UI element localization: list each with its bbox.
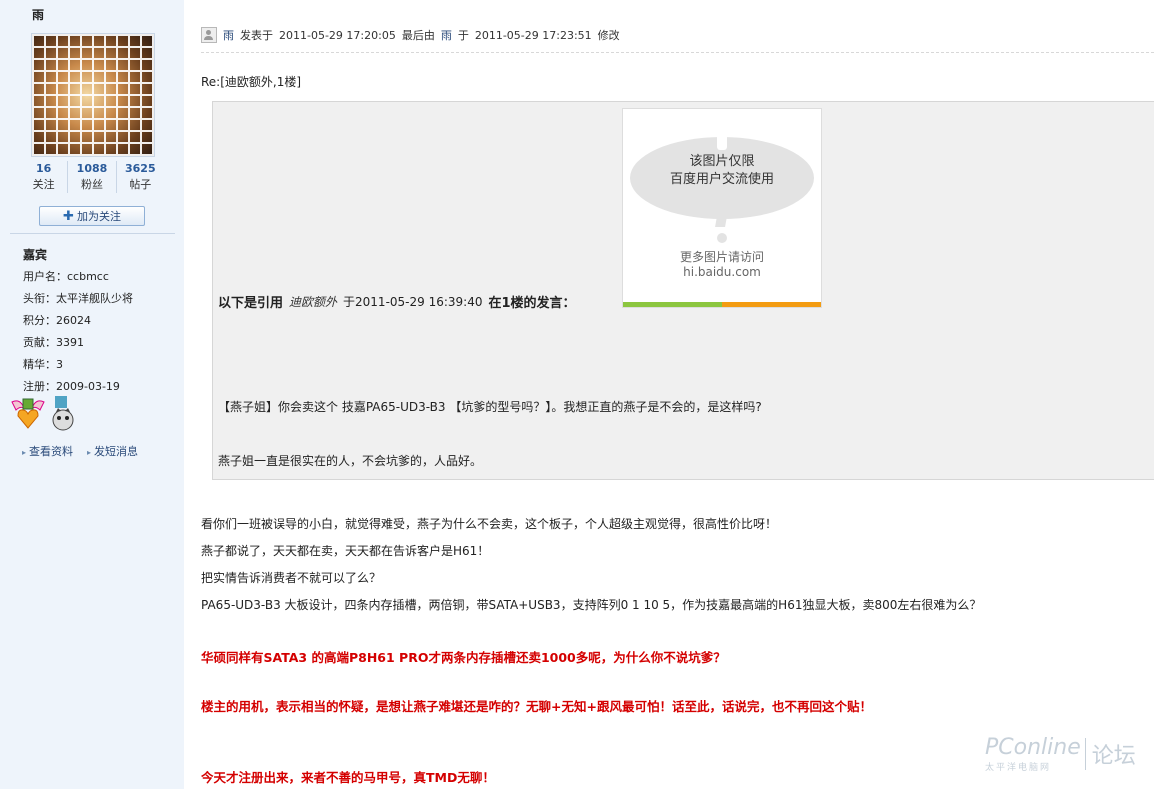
- stat-following[interactable]: 16 关注: [20, 161, 69, 193]
- stat-fans[interactable]: 1088 粉丝: [68, 161, 117, 193]
- post-editor[interactable]: 雨: [441, 27, 452, 43]
- quote-box: 该图片仅限 百度用户交流使用 更多图片请访问 hi.baidu.com 以下是引…: [212, 101, 1154, 480]
- watermark-section: 论坛: [1084, 738, 1136, 770]
- quote-line: 【燕子姐】你会卖这个 技嘉PA65-UD3-B3 【坑爹的型号吗？】。我想正直的…: [218, 400, 762, 414]
- info-register-date: 注册：2009-03-19: [23, 380, 120, 393]
- user-info: 嘉宾 用户名：ccbmcc 头衔：太平洋舰队少将 积分：26024 贡献：339…: [23, 244, 133, 398]
- quote-header: 以下是引用 迪欧额外 于2011-05-29 16:39:40 在1楼的发言：: [218, 292, 576, 311]
- info-username: 用户名：ccbmcc: [23, 270, 109, 283]
- baidu-placeholder-image[interactable]: 该图片仅限 百度用户交流使用 更多图片请访问 hi.baidu.com: [622, 108, 822, 308]
- quote-time: 于2011-05-29 16:39:40: [343, 295, 483, 309]
- user-icon: [201, 27, 217, 43]
- follow-button[interactable]: ✚ 加为关注: [39, 206, 145, 226]
- rank-title: 嘉宾: [23, 248, 48, 262]
- post-author[interactable]: 雨: [223, 27, 234, 43]
- info-title: 头衔：太平洋舰队少将: [23, 292, 133, 305]
- quote-suffix: 在1楼的发言：: [488, 296, 576, 311]
- pconline-watermark: PConline 太平洋电脑网 论坛: [985, 735, 1136, 773]
- quote-line: 燕子姐一直是很实在的人，不会坑爹的，人品好。: [218, 454, 483, 468]
- highlight-paragraph: 华硕同样有SATA3 的高端P8H61 PRO才两条内存插槽还卖1000多呢，为…: [201, 650, 726, 665]
- stat-posts[interactable]: 3625 帖子: [117, 161, 164, 193]
- info-essence: 精华：3: [23, 358, 63, 371]
- follow-button-label: 加为关注: [76, 210, 121, 223]
- watermark-brand: PConline: [985, 735, 1081, 760]
- image-notice: 该图片仅限 百度用户交流使用: [669, 154, 774, 187]
- send-message-link[interactable]: ▸ 发短消息: [87, 443, 138, 459]
- edited-time: 2011-05-29 17:23:51: [474, 28, 592, 42]
- medal-cat-icon: [52, 396, 74, 431]
- post-meta: 雨 发表于 2011-05-29 17:20:05 最后由 雨 于 2011-0…: [201, 27, 620, 43]
- view-profile-link[interactable]: ▸ 查看资料: [22, 443, 73, 459]
- user-stats: 16 关注 1088 粉丝 3625 帖子: [20, 161, 164, 193]
- watermark-sub: 太平洋电脑网: [985, 763, 1052, 773]
- image-color-bar: [623, 302, 821, 307]
- medals: [10, 396, 74, 432]
- arrow-right-icon: ▸: [22, 448, 27, 457]
- highlight-paragraph: 今天才注册出来，来者不善的马甲号，真TMD无聊！: [201, 770, 495, 785]
- image-visit-text: 更多图片请访问 hi.baidu.com: [679, 250, 764, 279]
- body-paragraph: 把实情告诉消费者不就可以了么？: [201, 571, 382, 585]
- info-contribution: 贡献：3391: [23, 336, 84, 349]
- divider: [10, 233, 175, 234]
- at-label: 于: [457, 29, 469, 42]
- posted-time: 2011-05-29 17:20:05: [279, 28, 396, 42]
- divider: [201, 52, 1154, 53]
- body-paragraph: 看你们一班被误导的小白，就觉得难受，燕子为什么不会卖，这个板子，个人超级主观觉得…: [201, 517, 778, 531]
- info-points: 积分：26024: [23, 314, 91, 327]
- avatar[interactable]: [31, 33, 155, 157]
- medal-heart-wings-icon: [11, 398, 45, 429]
- body-paragraph: 燕子都说了，天天都在卖，天天都在告诉客户是H61！: [201, 544, 490, 558]
- edited-label: 最后由: [401, 29, 435, 42]
- reply-title: Re:[迪欧额外,1楼]: [201, 75, 302, 89]
- plus-icon: ✚: [63, 208, 74, 224]
- quote-user[interactable]: 迪欧额外: [289, 293, 337, 310]
- highlight-paragraph: 楼主的用机，表示相当的怀疑，是想让燕子难堪还是咋的？无聊+无知+跟风最可怕！话至…: [201, 699, 872, 714]
- modify-label: 修改: [597, 29, 620, 42]
- body-paragraph: PA65-UD3-B3 大板设计，四条内存插槽，两倍铜，带SATA+USB3，支…: [201, 598, 982, 612]
- user-sidebar: 雨 16 关注 1088 粉丝 3625 帖子 ✚ 加为关注 嘉宾 用户名：cc…: [0, 0, 184, 789]
- sidebar-username: 雨: [32, 8, 45, 22]
- arrow-right-icon: ▸: [87, 448, 92, 457]
- posted-label: 发表于: [240, 29, 273, 42]
- profile-links: ▸ 查看资料 ▸ 发短消息: [22, 443, 138, 459]
- quote-prefix: 以下是引用: [218, 296, 284, 311]
